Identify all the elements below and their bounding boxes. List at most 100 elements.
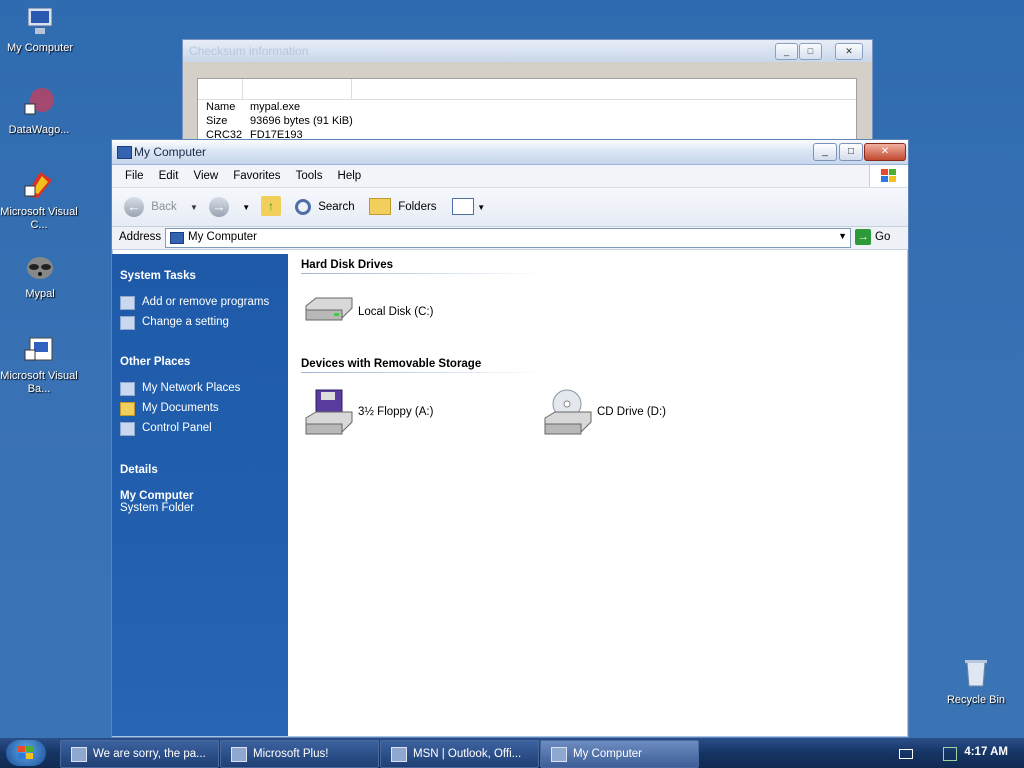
keyboard-icon[interactable] (899, 749, 913, 759)
taskbar-button-sorry[interactable]: We are sorry, the pa... (60, 740, 219, 768)
up-folder-button[interactable]: ↑ (261, 196, 281, 218)
go-button[interactable]: → Go (855, 229, 890, 245)
control-panel-icon (120, 422, 135, 436)
clock[interactable]: 4:17 AM (964, 746, 1008, 758)
menu-edit[interactable]: Edit (153, 165, 185, 187)
checksum-window-title: Checksum information (183, 40, 872, 62)
menu-file[interactable]: File (119, 165, 150, 187)
info-icon (231, 747, 247, 762)
address-value: My Computer (188, 231, 258, 243)
my-computer-icon (117, 146, 132, 159)
desktop-icon-visual-c[interactable]: Microsoft Visual C... (0, 168, 79, 232)
desktop-icon-visual-basic[interactable]: Microsoft Visual Ba... (0, 332, 79, 396)
back-arrow-icon: ← (124, 196, 144, 217)
chevron-down-icon[interactable]: ▼ (190, 203, 198, 212)
details-title[interactable]: Details (112, 464, 288, 476)
maximize-button[interactable]: □ (799, 43, 822, 60)
desktop-icon-recycle-bin[interactable]: Recycle Bin (936, 656, 1016, 707)
control-panel-icon (120, 316, 135, 330)
menu-favorites[interactable]: Favorites (227, 165, 286, 187)
group-title-hard-disk: Hard Disk Drives (301, 259, 394, 271)
details-name: My Computer (120, 490, 194, 502)
windows-logo-icon (869, 165, 908, 187)
add-remove-programs-link[interactable]: Add or remove programs (112, 292, 288, 312)
my-documents-icon (120, 402, 135, 416)
desktop-icon-mypal[interactable]: Mypal (0, 250, 80, 301)
group-title-removable: Devices with Removable Storage (301, 358, 482, 370)
checksum-window[interactable]: Checksum information _ □ ✕ Name mypal.exe… (182, 39, 873, 151)
back-button[interactable]: ← Back ▼ (124, 196, 198, 218)
toolbar: ← Back ▼ → ▼ ↑ Search Folders ▼ (112, 188, 908, 227)
taskbar-button-my-computer[interactable]: My Computer (540, 740, 699, 768)
add-remove-programs-icon (120, 296, 135, 310)
change-setting-link[interactable]: Change a setting (112, 312, 288, 332)
chevron-down-icon[interactable]: ▼ (242, 203, 250, 212)
my-network-places-link[interactable]: My Network Places (112, 378, 288, 398)
windows-logo-icon (17, 745, 35, 764)
checksum-row: Size 93696 bytes (91 KiB) (206, 115, 353, 127)
search-icon (295, 198, 311, 215)
control-panel-link[interactable]: Control Panel (112, 418, 288, 438)
floppy-drive-icon (304, 388, 354, 441)
group-divider (301, 372, 544, 373)
my-computer-icon (170, 232, 184, 244)
minimize-button[interactable]: _ (775, 43, 798, 60)
close-button[interactable]: ✕ (864, 143, 906, 161)
taskbar-button-msn[interactable]: MSN | Outlook, Offi... (380, 740, 539, 768)
forward-button[interactable]: → ▼ (209, 196, 250, 218)
maximize-button[interactable]: □ (839, 143, 863, 161)
desktop-icon-label: DataWago... (8, 124, 70, 136)
group-divider (301, 273, 544, 274)
my-documents-link[interactable]: My Documents (112, 398, 288, 418)
cd-drive-icon (543, 388, 593, 441)
taskbar-button-microsoft-plus[interactable]: Microsoft Plus! (220, 740, 379, 768)
desktop-icon-label: Mypal (25, 288, 55, 300)
views-button[interactable]: ▼ (452, 196, 485, 218)
window-titlebar[interactable]: My Computer _ □ ✕ (112, 140, 908, 165)
forward-arrow-icon: → (209, 196, 229, 217)
network-places-icon (120, 382, 135, 396)
minimize-button[interactable]: _ (813, 143, 837, 161)
start-button[interactable] (6, 740, 46, 766)
menu-tools[interactable]: Tools (290, 165, 329, 187)
visual-basic-shortcut-icon (22, 332, 56, 366)
task-pane: System Tasks Add or remove programs Chan… (112, 254, 288, 736)
up-folder-icon: ↑ (261, 196, 281, 216)
window-title: My Computer (134, 145, 207, 159)
address-bar: Address My Computer ▼ → Go (112, 227, 908, 250)
mypal-raccoon-icon (71, 747, 87, 762)
folders-button[interactable]: Folders (369, 196, 437, 218)
datawago-shortcut-icon (22, 86, 56, 120)
ie-browser-icon (391, 747, 407, 762)
mypal-raccoon-icon (23, 250, 57, 284)
desktop-icon-label: Microsoft Visual Ba... (0, 370, 78, 395)
menu-view[interactable]: View (187, 165, 224, 187)
my-computer-icon (23, 4, 57, 38)
network-icon[interactable] (943, 747, 957, 761)
address-input[interactable]: My Computer ▼ (165, 228, 851, 248)
address-label: Address (119, 231, 162, 243)
content-pane: Hard Disk Drives Local Disk (C:) Devices… (288, 254, 906, 736)
go-arrow-icon: → (855, 229, 871, 245)
folder-icon (369, 198, 391, 216)
search-button[interactable]: Search (295, 196, 355, 218)
my-computer-window[interactable]: My Computer _ □ ✕ File Edit View Favorit… (111, 139, 909, 738)
checksum-row: Name mypal.exe (206, 101, 301, 113)
other-places-title[interactable]: Other Places (112, 356, 288, 368)
desktop-icon-label: Microsoft Visual C... (0, 206, 78, 231)
menu-help[interactable]: Help (332, 165, 368, 187)
desktop-icon-my-computer[interactable]: My Computer (0, 4, 80, 55)
recycle-bin-icon (959, 656, 993, 690)
views-icon (452, 198, 474, 216)
checksum-list-header (198, 79, 856, 100)
close-button[interactable]: ✕ (835, 43, 863, 60)
desktop-icon-datawago[interactable]: DataWago... (0, 86, 79, 137)
menu-bar: File Edit View Favorites Tools Help (112, 165, 908, 188)
taskbar: We are sorry, the pa... Microsoft Plus! … (0, 738, 1024, 768)
visual-c-shortcut-icon (22, 168, 56, 202)
details-type: System Folder (120, 502, 195, 514)
hard-disk-icon (304, 296, 354, 329)
chevron-down-icon[interactable]: ▼ (838, 231, 847, 241)
system-tasks-title[interactable]: System Tasks (112, 270, 288, 282)
desktop-icon-label: Recycle Bin (946, 694, 1006, 706)
